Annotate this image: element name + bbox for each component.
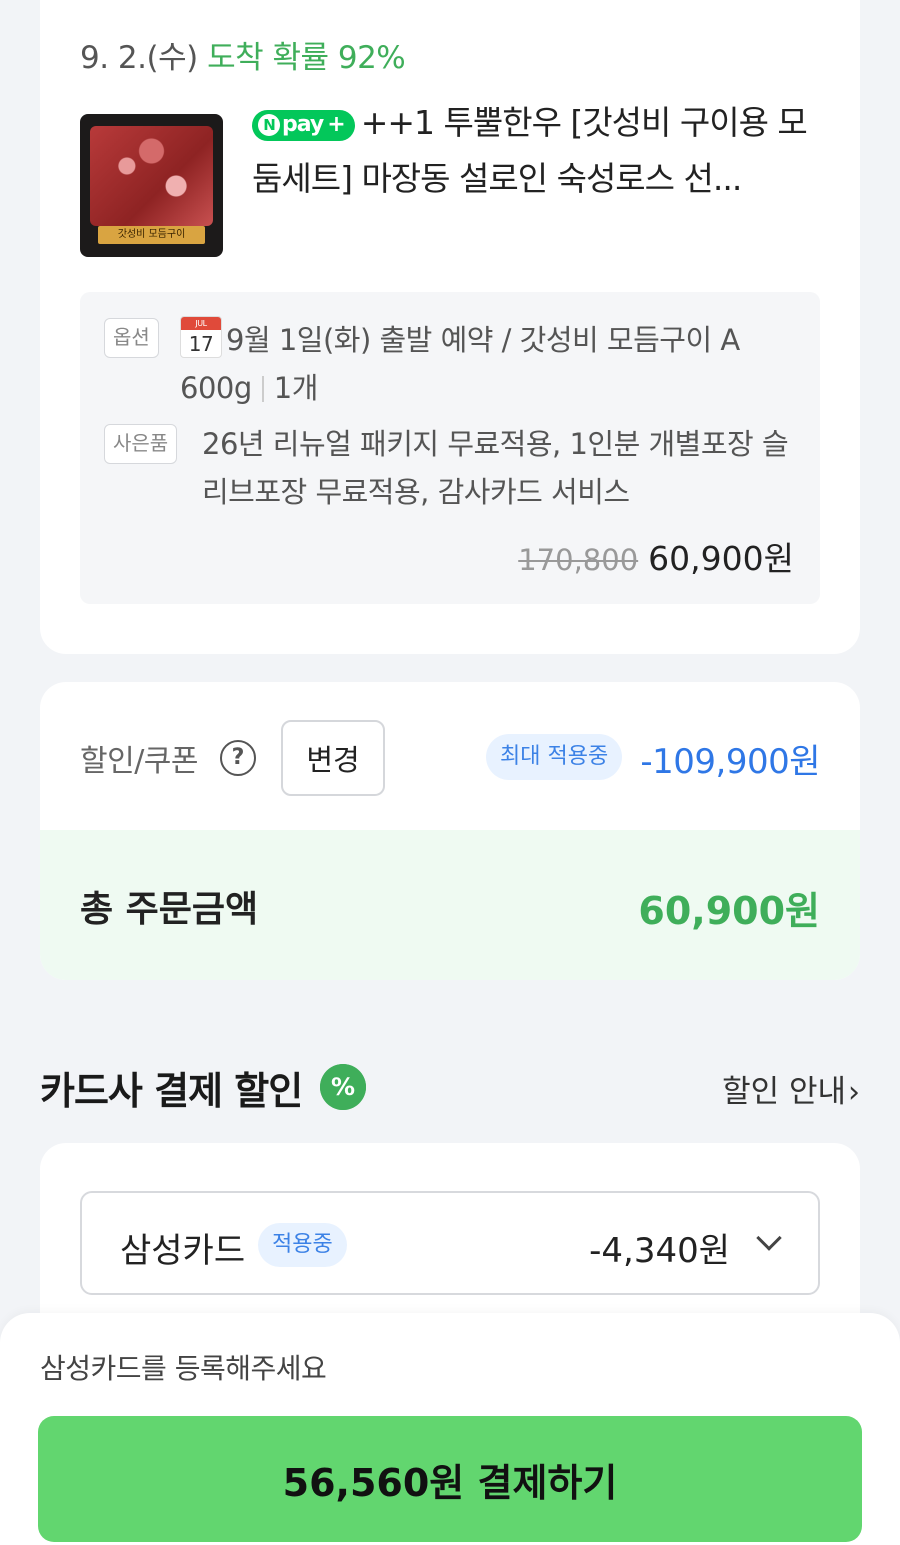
calendar-day: 17 bbox=[188, 332, 214, 356]
delivery-estimate: 9. 2.(수) 도착 확률 92% bbox=[80, 32, 406, 77]
meat-image bbox=[90, 126, 213, 226]
gift-tag: 사은품 bbox=[104, 424, 178, 464]
option-quantity: 1개 bbox=[273, 371, 319, 405]
help-icon[interactable]: ? bbox=[220, 740, 256, 776]
option-text: JUL 17 9월 1일(화) 출발 예약 / 갓성비 모듬구이 A 600g 1개 bbox=[180, 316, 800, 412]
pay-button[interactable]: 56,560원 결제하기 bbox=[38, 1416, 862, 1542]
register-card-message: 삼성카드를 등록해주세요 bbox=[40, 1352, 327, 1385]
product-thumbnail[interactable]: 갓성비 모듬구이 bbox=[80, 114, 223, 257]
naver-n-icon: N bbox=[258, 114, 280, 136]
chevron-right-icon: › bbox=[848, 1075, 860, 1110]
applied-badge: 적용중 bbox=[258, 1223, 347, 1267]
sale-price: 60,900원 bbox=[648, 539, 794, 578]
npay-badge-label: pay bbox=[282, 112, 324, 137]
plus-icon: + bbox=[327, 112, 345, 137]
thumbnail-label: 갓성비 모듬구이 bbox=[98, 226, 205, 244]
card-discount-amount: -4,340원 bbox=[589, 1231, 730, 1271]
calendar-icon: JUL 17 bbox=[180, 316, 222, 358]
card-discount-title: 카드사 결제 할인 bbox=[40, 1069, 303, 1113]
option-description: 9월 1일(화) 출발 예약 / 갓성비 모듬구이 A bbox=[226, 323, 740, 357]
selected-card-name: 삼성카드 bbox=[120, 1231, 246, 1271]
original-price: 170,800 bbox=[518, 543, 639, 577]
change-button[interactable]: 변경 bbox=[281, 720, 385, 796]
card-select-dropdown[interactable]: 삼성카드 적용중 -4,340원 bbox=[80, 1191, 820, 1295]
gift-text: 26년 리뉴얼 패키지 무료적용, 1인분 개별포장 슬리브포장 무료적용, 감… bbox=[202, 427, 789, 509]
option-weight: 600g bbox=[180, 371, 252, 405]
total-order-amount: 60,900원 bbox=[638, 889, 820, 933]
discount-amount: -109,900원 bbox=[640, 742, 820, 782]
product-title[interactable]: Npay + ++1 투뿔한우 [갓성비 구이용 모둠세트] 마장동 설로인 숙성로… bbox=[252, 95, 827, 207]
calendar-month: JUL bbox=[181, 317, 221, 330]
total-order-box: 총 주문금액 60,900원 bbox=[40, 830, 860, 980]
discount-guide-link[interactable]: 할인 안내› bbox=[722, 1066, 860, 1111]
discount-guide-label: 할인 안내 bbox=[722, 1074, 846, 1110]
divider bbox=[261, 376, 264, 402]
total-order-label: 총 주문금액 bbox=[80, 889, 259, 930]
option-tag: 옵션 bbox=[104, 318, 159, 358]
chevron-down-icon bbox=[756, 1225, 782, 1251]
discount-card: 할인/쿠폰 ? 변경 최대 적용중 -109,900원 총 주문금액 60,90… bbox=[40, 682, 860, 980]
bottom-sheet: 삼성카드를 등록해주세요 56,560원 결제하기 bbox=[0, 1313, 900, 1545]
option-box: 옵션 JUL 17 9월 1일(화) 출발 예약 / 갓성비 모듬구이 A 600g… bbox=[80, 292, 820, 604]
delivery-probability: 도착 확률 92% bbox=[207, 40, 406, 76]
product-card: 9. 2.(수) 도착 확률 92% 갓성비 모듬구이 Npay + ++1 투뿔한… bbox=[40, 0, 860, 654]
max-applied-badge: 최대 적용중 bbox=[486, 734, 623, 780]
npay-plus-badge: Npay + bbox=[252, 110, 355, 141]
price-row: 170,800 60,900원 bbox=[518, 532, 794, 580]
delivery-date: 9. 2.(수) bbox=[80, 40, 198, 76]
discount-coupon-label: 할인/쿠폰 bbox=[80, 744, 199, 779]
percent-badge-icon: % bbox=[320, 1064, 366, 1110]
